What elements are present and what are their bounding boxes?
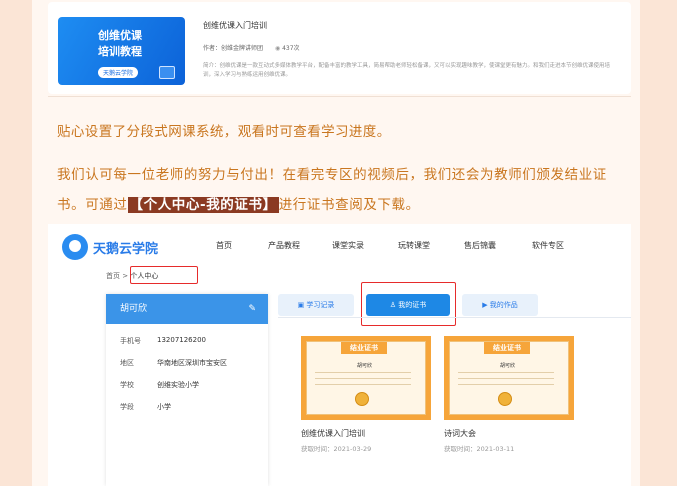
medal-icon [355, 392, 369, 406]
thumb-tag: 天鹅云学院 [98, 67, 139, 78]
profile-row-school: 学校 创维实验小学 [120, 381, 199, 389]
cert-holder: 胡可欣 [500, 363, 516, 369]
highlight-personal-center: 【个人中心-我的证书】 [127, 197, 279, 213]
nav-classroom-record[interactable]: 课堂实录 [332, 240, 364, 251]
nav-classroom-play[interactable]: 玩转课堂 [398, 240, 430, 251]
site-screenshot: 天鹅云学院 首页 产品教程 课堂实录 玩转课堂 售后锦囊 软件专区 首页 > 个… [48, 224, 631, 486]
profile-card: 胡可欣 ✎ 手机号 13207126200 地区 华南地区深圳市宝安区 学校 创维实验… [106, 294, 268, 486]
course-card[interactable]: 创维优课 培训教程 天鹅云学院 创维优课入门培训 作者：创维金牌讲师团 ◉ 43… [48, 2, 631, 94]
course-author: 作者：创维金牌讲师团 [203, 45, 264, 52]
course-title[interactable]: 创维优课入门培训 [203, 20, 267, 31]
certificate-card-2[interactable]: 结业证书 胡可欣 [444, 336, 574, 420]
cert-date-1: 获取时间：2021-03-29 [301, 445, 372, 453]
divider [48, 96, 631, 97]
cert-course-1[interactable]: 创维优课入门培训 [301, 428, 365, 439]
certificate-card-1[interactable]: 结业证书 胡可欣 [301, 336, 431, 420]
medal-icon [498, 392, 512, 406]
brand-name[interactable]: 天鹅云学院 [93, 238, 158, 257]
profile-header: 胡可欣 ✎ [106, 294, 268, 324]
swan-logo-icon[interactable] [62, 234, 88, 260]
course-description: 简介：创维优课是一款互动式多媒体教学平台，配备丰富的教学工具，简易帮助老师轻松备… [203, 63, 611, 78]
course-meta: 作者：创维金牌讲师团 ◉ 437次 [203, 43, 300, 52]
course-views: 437次 [282, 45, 300, 52]
cert-course-2[interactable]: 诗词大会 [444, 428, 476, 439]
cert-badge: 结业证书 [341, 342, 387, 354]
edit-pencil-icon[interactable]: ✎ [248, 294, 256, 324]
thumb-title-1: 创维优课 [98, 29, 142, 42]
nav-software[interactable]: 软件专区 [532, 240, 564, 251]
nav-home[interactable]: 首页 [216, 240, 232, 251]
profile-row-region: 地区 华南地区深圳市宝安区 [120, 359, 227, 367]
cert-date-2: 获取时间：2021-03-11 [444, 445, 515, 453]
tab-my-works[interactable]: ▶ 我的作品 [462, 294, 538, 316]
breadcrumb-separator: > [122, 272, 129, 280]
breadcrumb-home[interactable]: 首页 [106, 272, 120, 280]
nav-product-tutorial[interactable]: 产品教程 [268, 240, 300, 251]
cert-holder: 胡可欣 [357, 363, 373, 369]
paragraph-1: 贴心设置了分段式网课系统，观看时可查看学习进度。 [57, 124, 391, 140]
profile-row-phone: 手机号 13207126200 [120, 336, 206, 345]
highlight-box-breadcrumb [130, 266, 198, 284]
tab-study-record[interactable]: ▣ 学习记录 [278, 294, 354, 316]
screen-icon [159, 66, 175, 79]
thumb-title-2: 培训教程 [98, 45, 142, 58]
paragraph-2-b: 进行证书查阅及下载。 [278, 197, 420, 213]
course-thumbnail[interactable]: 创维优课 培训教程 天鹅云学院 [58, 17, 185, 85]
profile-name: 胡可欣 [120, 304, 148, 314]
nav-after-sales[interactable]: 售后锦囊 [464, 240, 496, 251]
highlight-box-certificates [361, 282, 456, 326]
paragraph-2: 我们认可每一位老师的努力与付出！在看完专区的视频后，我们还会为教师们颁发结业证书… [57, 160, 627, 220]
cert-badge: 结业证书 [484, 342, 530, 354]
profile-row-stage: 学段 小学 [120, 403, 171, 411]
tab-underline [278, 317, 631, 318]
